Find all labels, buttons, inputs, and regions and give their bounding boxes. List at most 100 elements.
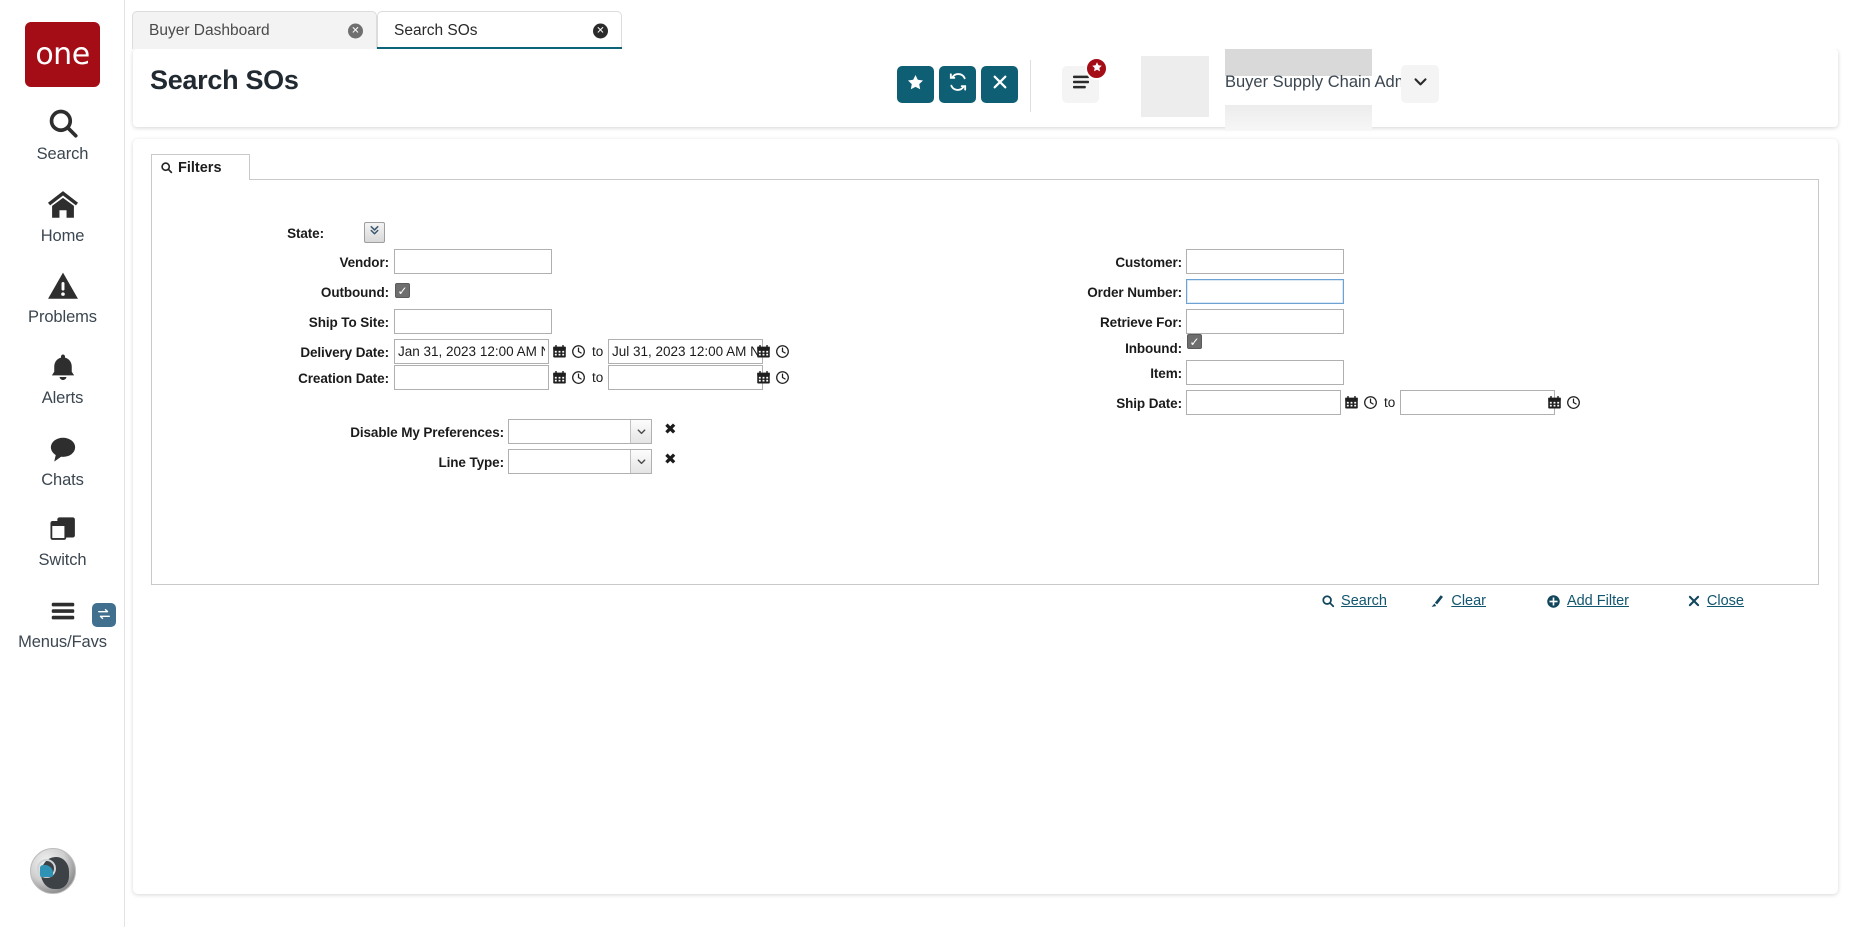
- disable-my-preferences-remove-button[interactable]: ✖: [664, 422, 677, 437]
- favorite-button[interactable]: [897, 66, 934, 103]
- menu-lines-icon: [1071, 74, 1091, 95]
- tab-search-sos[interactable]: Search SOs ✕: [377, 11, 622, 49]
- state-label: State:: [174, 226, 324, 241]
- clock-icon[interactable]: [569, 368, 587, 387]
- clock-icon[interactable]: [569, 342, 587, 361]
- line-type-label: Line Type:: [174, 455, 504, 470]
- windows-stack-icon: [46, 510, 80, 548]
- vendor-input[interactable]: [394, 249, 552, 274]
- calendar-icon[interactable]: [754, 342, 772, 361]
- active-tab-underline: [377, 47, 622, 49]
- clock-icon[interactable]: [1361, 393, 1379, 412]
- avatar[interactable]: [30, 848, 76, 894]
- sidebar-item-chats[interactable]: Chats: [0, 430, 125, 490]
- header-placeholder-block-bottom: [1225, 105, 1372, 131]
- tab-filters[interactable]: Filters: [151, 154, 250, 181]
- calendar-icon[interactable]: [1342, 393, 1360, 412]
- sidebar-item-label: Problems: [28, 308, 97, 327]
- close-page-button[interactable]: [981, 66, 1018, 103]
- sidebar-item-alerts[interactable]: Alerts: [0, 348, 125, 408]
- sidebar-item-label: Home: [41, 227, 85, 246]
- delivery-date-separator: to: [592, 344, 603, 359]
- warning-triangle-icon: [46, 267, 80, 305]
- item-input[interactable]: [1186, 360, 1344, 385]
- retrieve-for-label: Retrieve For:: [932, 315, 1182, 330]
- ship-to-site-label: Ship To Site:: [174, 315, 389, 330]
- tab-buyer-dashboard[interactable]: Buyer Dashboard ✕: [132, 11, 377, 49]
- sidebar-item-search[interactable]: Search: [0, 104, 125, 164]
- state-dropdown-button[interactable]: [364, 222, 385, 243]
- order-number-input[interactable]: [1186, 279, 1344, 304]
- x-icon: [1687, 594, 1701, 608]
- ship-date-to-input[interactable]: [1400, 390, 1555, 415]
- calendar-icon[interactable]: [550, 342, 568, 361]
- item-label: Item:: [932, 366, 1182, 381]
- sidebar-item-problems[interactable]: Problems: [0, 267, 125, 327]
- search-icon: [46, 104, 80, 142]
- clear-button-label: Clear: [1451, 593, 1486, 609]
- star-icon: [906, 73, 925, 97]
- calendar-icon[interactable]: [1545, 393, 1563, 412]
- line-type-select[interactable]: [508, 449, 652, 474]
- creation-date-to-input[interactable]: [608, 365, 763, 390]
- sidebar-item-label: Chats: [41, 471, 84, 490]
- calendar-icon[interactable]: [550, 368, 568, 387]
- vendor-label: Vendor:: [174, 255, 389, 270]
- customer-input[interactable]: [1186, 249, 1344, 274]
- header-menu-badge: [1085, 57, 1108, 80]
- close-circle-icon[interactable]: ✕: [348, 23, 363, 38]
- user-menu-button[interactable]: [1401, 65, 1439, 103]
- creation-date-separator: to: [592, 370, 603, 385]
- left-sidebar: one Search Home Problems: [0, 0, 125, 927]
- disable-my-preferences-select[interactable]: [508, 419, 652, 444]
- search-icon: [160, 161, 173, 174]
- hamburger-icon: [46, 592, 80, 630]
- avatar-eye: [40, 865, 53, 877]
- retrieve-for-input[interactable]: [1186, 309, 1344, 334]
- header-placeholder-block: [1141, 56, 1209, 117]
- clear-button[interactable]: Clear: [1430, 593, 1486, 609]
- sidebar-item-switch[interactable]: Switch: [0, 510, 125, 570]
- sidebar-item-label: Menus/Favs: [18, 633, 107, 652]
- bell-icon: [48, 348, 78, 386]
- sidebar-item-menus-favs[interactable]: Menus/Favs: [0, 592, 125, 652]
- header-divider: [1030, 60, 1031, 112]
- inbound-checkbox[interactable]: ✓: [1187, 334, 1202, 349]
- close-circle-icon[interactable]: ✕: [593, 23, 608, 38]
- order-number-label: Order Number:: [932, 285, 1182, 300]
- search-icon: [1321, 594, 1335, 608]
- add-filter-button[interactable]: Add Filter: [1546, 593, 1629, 609]
- creation-date-label: Creation Date:: [174, 371, 389, 386]
- brand-logo[interactable]: one: [25, 22, 100, 87]
- tab-filters-label: Filters: [178, 160, 222, 176]
- outbound-checkbox[interactable]: ✓: [395, 283, 410, 298]
- home-icon: [45, 186, 81, 224]
- clock-icon[interactable]: [773, 368, 791, 387]
- close-filters-button[interactable]: Close: [1687, 593, 1744, 609]
- clock-icon[interactable]: [773, 342, 791, 361]
- eraser-icon: [1430, 594, 1445, 609]
- sidebar-item-home[interactable]: Home: [0, 186, 125, 246]
- creation-date-from-input[interactable]: [394, 365, 549, 390]
- ship-date-from-input[interactable]: [1186, 390, 1341, 415]
- filters-tabstrip: Filters: [151, 154, 1819, 180]
- refresh-button[interactable]: [939, 66, 976, 103]
- ship-date-separator: to: [1384, 395, 1395, 410]
- line-type-remove-button[interactable]: ✖: [664, 452, 677, 467]
- inbound-label: Inbound:: [932, 341, 1182, 356]
- chat-bubble-icon: [46, 430, 80, 468]
- delivery-date-to-input[interactable]: [608, 339, 763, 364]
- filters-card: Filters State: Vendor: Outbound: ✓ Ship …: [133, 139, 1838, 894]
- clock-icon[interactable]: [1564, 393, 1582, 412]
- chevron-down-icon: [630, 420, 651, 443]
- delivery-date-from-input[interactable]: [394, 339, 549, 364]
- double-chevron-down-icon: [368, 224, 381, 242]
- ship-to-site-input[interactable]: [394, 309, 552, 334]
- disable-my-preferences-label: Disable My Preferences:: [174, 425, 504, 440]
- plus-circle-icon: [1546, 594, 1561, 609]
- sidebar-item-label: Switch: [39, 551, 87, 570]
- search-button[interactable]: Search: [1321, 593, 1387, 609]
- delivery-date-label: Delivery Date:: [174, 345, 389, 360]
- page-title: Search SOs: [150, 65, 299, 96]
- calendar-icon[interactable]: [754, 368, 772, 387]
